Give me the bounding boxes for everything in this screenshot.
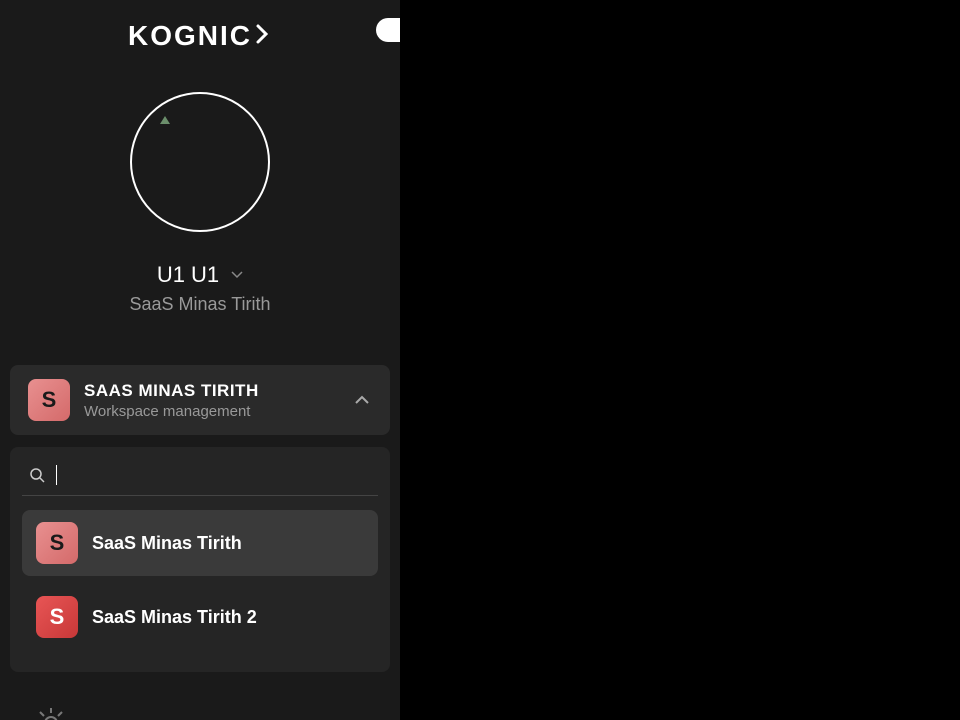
search-row[interactable]	[22, 461, 378, 496]
org-name-label: SaaS Minas Tirith	[129, 294, 270, 315]
avatar-marker-icon	[160, 116, 170, 124]
user-name-label: U1 U1	[157, 262, 219, 288]
workspace-title: SAAS MINAS TIRITH	[84, 381, 338, 401]
header-circle-icon[interactable]	[376, 18, 400, 42]
sidebar: KOGNIC U1 U1 SaaS Minas Tirith S SAAS MI…	[0, 0, 400, 720]
brand-logo[interactable]: KOGNIC	[0, 0, 400, 62]
text-cursor	[56, 465, 57, 485]
chevron-up-icon	[352, 390, 372, 410]
avatar[interactable]	[130, 92, 270, 232]
workspace-option[interactable]: S SaaS Minas Tirith	[22, 510, 378, 576]
workspace-subtitle: Workspace management	[84, 403, 338, 420]
search-icon	[28, 466, 46, 484]
workspace-option-badge: S	[36, 596, 78, 638]
workspace-selector[interactable]: S SAAS MINAS TIRITH Workspace management	[10, 365, 390, 435]
gear-icon[interactable]	[36, 708, 66, 720]
workspace-dropdown-panel: S SaaS Minas Tirith S SaaS Minas Tirith …	[10, 447, 390, 672]
user-name-dropdown[interactable]: U1 U1	[157, 262, 243, 288]
logo-chevron-icon	[254, 20, 272, 52]
search-input[interactable]	[67, 466, 372, 484]
workspace-option[interactable]: S SaaS Minas Tirith 2	[22, 584, 378, 650]
chevron-down-icon	[231, 269, 243, 281]
workspace-option-label: SaaS Minas Tirith 2	[92, 607, 257, 628]
workspace-option-label: SaaS Minas Tirith	[92, 533, 242, 554]
workspace-badge: S	[28, 379, 70, 421]
brand-name: KOGNIC	[128, 20, 272, 52]
profile-section: U1 U1 SaaS Minas Tirith	[0, 62, 400, 365]
workspace-option-badge: S	[36, 522, 78, 564]
workspace-text: SAAS MINAS TIRITH Workspace management	[84, 381, 338, 420]
